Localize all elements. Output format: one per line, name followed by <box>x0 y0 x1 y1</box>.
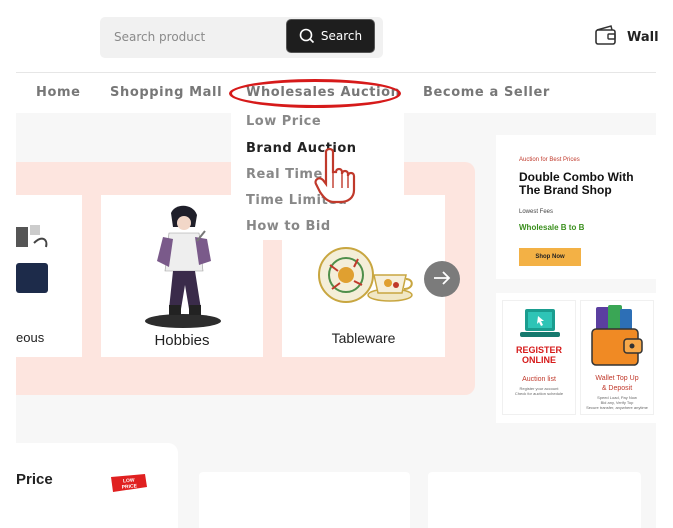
search-button-label: Search <box>320 29 363 43</box>
category-label: Hobbies <box>154 332 210 349</box>
tile-wallet-top-up[interactable]: Wallet Top Up & Deposit Speed Load, Pay … <box>580 300 654 415</box>
misc-items-icon <box>16 221 56 297</box>
tile-fine-print: Check for auction schedule <box>514 391 564 396</box>
arrow-right-icon <box>433 270 451 289</box>
category-label: eous <box>16 330 45 345</box>
nav-divider <box>16 72 656 73</box>
promo-subtitle: Lowest Fees <box>519 209 554 215</box>
search-button[interactable]: Search <box>286 19 375 53</box>
tile-register-online[interactable]: REGISTER ONLINE Auction list Register yo… <box>502 300 576 415</box>
low-price-badge-icon: LOW PRICE <box>107 473 149 493</box>
laptop-icon <box>520 307 560 346</box>
tile-title-line2: ONLINE <box>521 355 556 365</box>
search-input[interactable] <box>108 23 278 51</box>
section-title: Price <box>16 471 53 488</box>
nav-become-seller[interactable]: Become a Seller <box>423 85 550 100</box>
promo-tagline: Auction for Best Prices <box>519 157 580 163</box>
wallet-deposit-icon <box>590 303 646 376</box>
carousel-next-button[interactable] <box>424 261 460 297</box>
search-box: Search <box>100 17 383 58</box>
tile-title-line2: & Deposit <box>601 385 633 392</box>
product-card-placeholder <box>199 472 410 528</box>
dropdown-item-how-to-bid[interactable]: How to Bid <box>246 219 331 234</box>
nav-shopping-mall[interactable]: Shopping Mall <box>110 85 222 100</box>
wallet-icon <box>594 24 618 50</box>
tile-title-line1: REGISTER <box>515 345 562 355</box>
category-card-miscellaneous[interactable]: eous <box>16 195 82 357</box>
category-label: Tableware <box>331 330 396 346</box>
badge-text-line2: PRICE <box>121 483 137 490</box>
dropdown-item-low-price[interactable]: Low Price <box>246 114 321 129</box>
tile-caption: Auction list <box>522 376 556 383</box>
promo-banner[interactable]: Auction for Best Prices Double Combo Wit… <box>496 135 656 279</box>
tile-fine-print: Secure transfer, anywhere anytime <box>586 405 648 410</box>
promo-wholesale: Wholesale B to B <box>519 223 585 232</box>
hand-cursor-icon <box>314 147 358 204</box>
wallet-link[interactable]: Wall <box>594 24 659 50</box>
tile-title-line1: Wallet Top Up <box>595 375 639 382</box>
dropdown-item-real-time[interactable]: Real Time <box>246 167 323 182</box>
figure-image <box>143 201 223 333</box>
tableware-image <box>318 245 414 313</box>
promo-title-line2: The Brand Shop <box>519 183 612 197</box>
wallet-label: Wall <box>627 29 659 45</box>
low-price-section: Price <box>16 443 178 528</box>
shop-now-button[interactable]: Shop Now <box>519 248 581 266</box>
promo-title: Double Combo With The Brand Shop <box>519 171 634 197</box>
feature-tiles: REGISTER ONLINE Auction list Register yo… <box>496 293 656 423</box>
search-icon <box>299 28 315 44</box>
nav-home[interactable]: Home <box>36 85 81 100</box>
product-card-placeholder <box>428 472 641 528</box>
highlight-ellipse <box>229 79 401 108</box>
